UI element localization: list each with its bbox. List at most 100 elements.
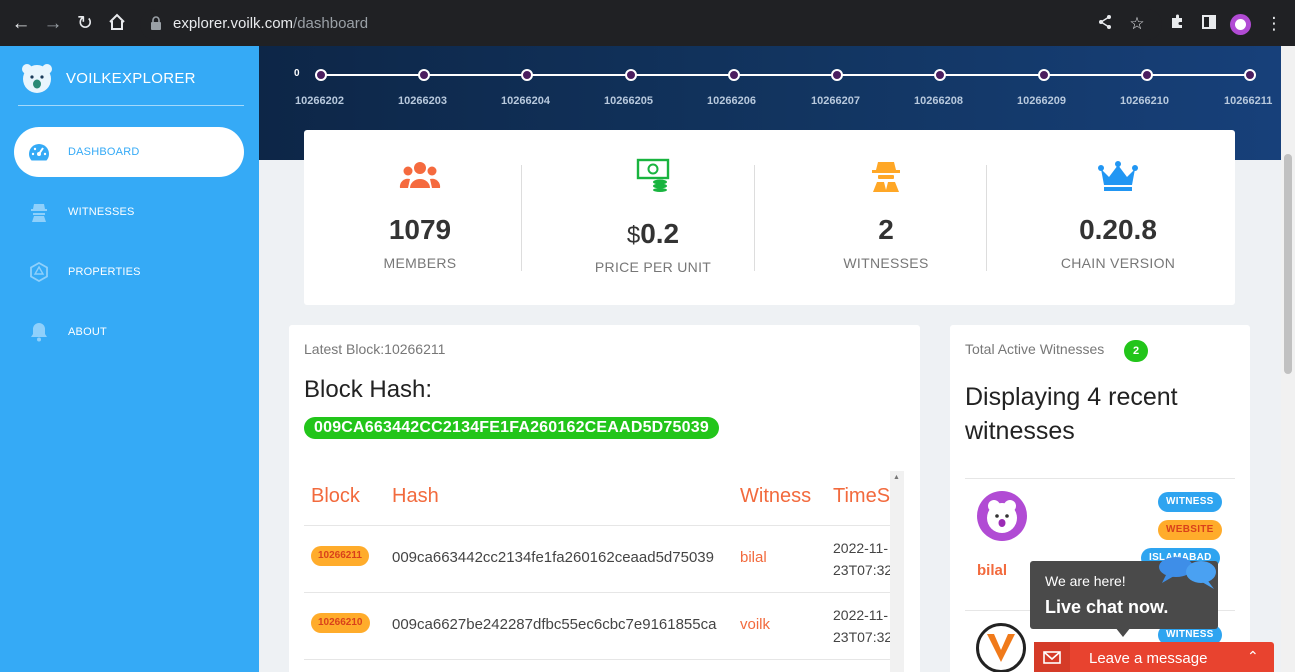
timestamp-date: 2022-11- (833, 607, 889, 623)
address-url[interactable]: explorer.voilk.com/dashboard (173, 15, 368, 32)
timeline-label: 10266208 (914, 95, 963, 107)
sidebar-item-label: DASHBOARD (68, 146, 140, 158)
brand-name: VOILKEXPLORER (66, 69, 196, 87)
sidebar-item-properties[interactable]: PROPERTIES (14, 247, 244, 297)
timeline-label: 10266203 (398, 95, 447, 107)
sidebar-item-about[interactable]: ABOUT (14, 307, 244, 357)
column-header-hash[interactable]: Hash (392, 485, 439, 508)
users-icon (399, 160, 441, 195)
stat-label: CHAIN VERSION (1060, 255, 1176, 271)
page-scrollbar-thumb[interactable] (1284, 154, 1292, 374)
table-divider (304, 659, 890, 660)
back-icon[interactable]: ← (10, 13, 32, 35)
spy-icon (871, 160, 901, 197)
sidebar-item-dashboard[interactable]: DASHBOARD (14, 127, 244, 177)
kebab-menu-icon[interactable]: ⋮ (1264, 14, 1284, 34)
timeline-axis-zero: 0 (294, 68, 300, 79)
spy-icon (28, 201, 50, 223)
witness-tag[interactable]: WITNESS (1158, 492, 1222, 512)
sidebar-item-witnesses[interactable]: WITNESSES (14, 187, 244, 237)
gauge-icon (28, 141, 50, 163)
timeline-point[interactable] (1141, 69, 1153, 81)
row-timestamp: 2022-11- 23T07:32 (833, 537, 893, 581)
witness-avatar[interactable] (976, 623, 1026, 672)
timeline-label: 10266206 (707, 95, 756, 107)
chevron-up-icon[interactable]: ⌃ (1247, 648, 1259, 665)
block-number-badge[interactable]: 10266210 (311, 613, 370, 633)
sidebar-item-label: PROPERTIES (68, 266, 141, 278)
witness-count-badge: 2 (1124, 340, 1148, 362)
column-header-block[interactable]: Block (311, 485, 360, 508)
live-chat-bubble[interactable]: We are here! Live chat now. (1030, 557, 1218, 629)
timeline-point[interactable] (831, 69, 843, 81)
forward-icon[interactable]: → (42, 13, 64, 35)
timeline-point[interactable] (418, 69, 430, 81)
side-panel-icon[interactable] (1199, 14, 1219, 34)
leave-message-bar[interactable]: Leave a message ⌃ (1034, 642, 1274, 672)
stat-label: PRICE PER UNIT (594, 259, 712, 275)
timeline-point[interactable] (728, 69, 740, 81)
timeline-point[interactable] (1244, 69, 1256, 81)
bear-logo-icon (20, 62, 54, 94)
column-header-witness[interactable]: Witness (740, 485, 811, 508)
stat-members: 1079 MEMBERS (304, 130, 536, 305)
timeline-label: 10266211 (1224, 95, 1273, 107)
home-icon[interactable] (106, 13, 128, 35)
timeline-label: 10266210 (1120, 95, 1169, 107)
timeline-point[interactable] (1038, 69, 1050, 81)
stat-chain-version: 0.20.8 CHAIN VERSION (1002, 130, 1234, 305)
table-divider (304, 525, 890, 526)
timeline-point[interactable] (934, 69, 946, 81)
currency-symbol: $ (626, 222, 641, 249)
timestamp-time: 23T07:32 (833, 629, 893, 645)
row-timestamp: 2022-11- 23T07:32 (833, 604, 893, 648)
total-active-witnesses-label: Total Active Witnesses (965, 341, 1105, 357)
block-number-badge[interactable]: 10266211 (311, 546, 369, 566)
column-header-timestamp[interactable]: TimeS (833, 485, 890, 508)
bell-icon (28, 321, 50, 343)
row-witness-link[interactable]: bilal (740, 549, 767, 566)
bookmark-star-icon[interactable]: ☆ (1127, 14, 1147, 34)
leave-message-label: Leave a message (1089, 650, 1208, 667)
stats-card: 1079 MEMBERS $0.2 PRICE PER UNIT 2 WITNE… (304, 130, 1235, 305)
timestamp-date: 2022-11- (833, 540, 889, 556)
crown-icon (1098, 160, 1138, 197)
brand-divider (18, 105, 244, 106)
dice-icon (28, 261, 50, 283)
share-icon[interactable] (1095, 14, 1115, 34)
witness-name-link[interactable]: bilal (977, 562, 1007, 579)
latest-block-card: Latest Block:10266211 Block Hash: 009CA6… (289, 325, 920, 672)
timeline-point[interactable] (315, 69, 327, 81)
block-hash-title: Block Hash: (304, 376, 433, 403)
recent-witnesses-heading: Displaying 4 recent witnesses (965, 383, 1178, 445)
reload-icon[interactable]: ↻ (74, 13, 96, 35)
row-witness-link[interactable]: voilk (740, 616, 770, 633)
latest-block-label: Latest Block:10266211 (304, 341, 446, 357)
chat-line1: We are here! (1045, 573, 1126, 589)
witness-avatar[interactable] (977, 491, 1027, 541)
mail-icon (1034, 642, 1070, 672)
stat-divider (754, 165, 755, 271)
timeline-point[interactable] (625, 69, 637, 81)
page-scrollbar[interactable] (1281, 46, 1295, 672)
profile-avatar[interactable] (1230, 14, 1251, 35)
stat-label: WITNESSES (843, 255, 929, 271)
row-hash[interactable]: 009ca663442cc2134fe1fa260162ceaad5d75039 (392, 549, 714, 566)
url-host: explorer.voilk.com (173, 15, 294, 32)
sidebar-item-label: ABOUT (68, 326, 107, 338)
extensions-icon[interactable] (1167, 14, 1187, 34)
chat-bubble-tail (1115, 627, 1131, 637)
brand[interactable]: VOILKEXPLORER (20, 62, 196, 94)
stat-price: $0.2 PRICE PER UNIT (537, 130, 769, 305)
stat-divider (521, 165, 522, 271)
row-hash[interactable]: 009ca6627be242287dfbc55ec6cbc7e9161855ca (392, 616, 716, 633)
table-scrollbar[interactable] (890, 471, 904, 672)
stat-value: 1079 (388, 214, 452, 245)
stat-label: MEMBERS (383, 255, 457, 271)
url-path: /dashboard (293, 15, 369, 32)
browser-toolbar: ← → ↻ explorer.voilk.com/dashboard ☆ ⋮ (0, 0, 1295, 46)
stat-value: 2 (878, 214, 894, 245)
timestamp-time: 23T07:32 (833, 562, 893, 578)
timeline-point[interactable] (521, 69, 533, 81)
website-tag[interactable]: WEBSITE (1158, 520, 1222, 540)
